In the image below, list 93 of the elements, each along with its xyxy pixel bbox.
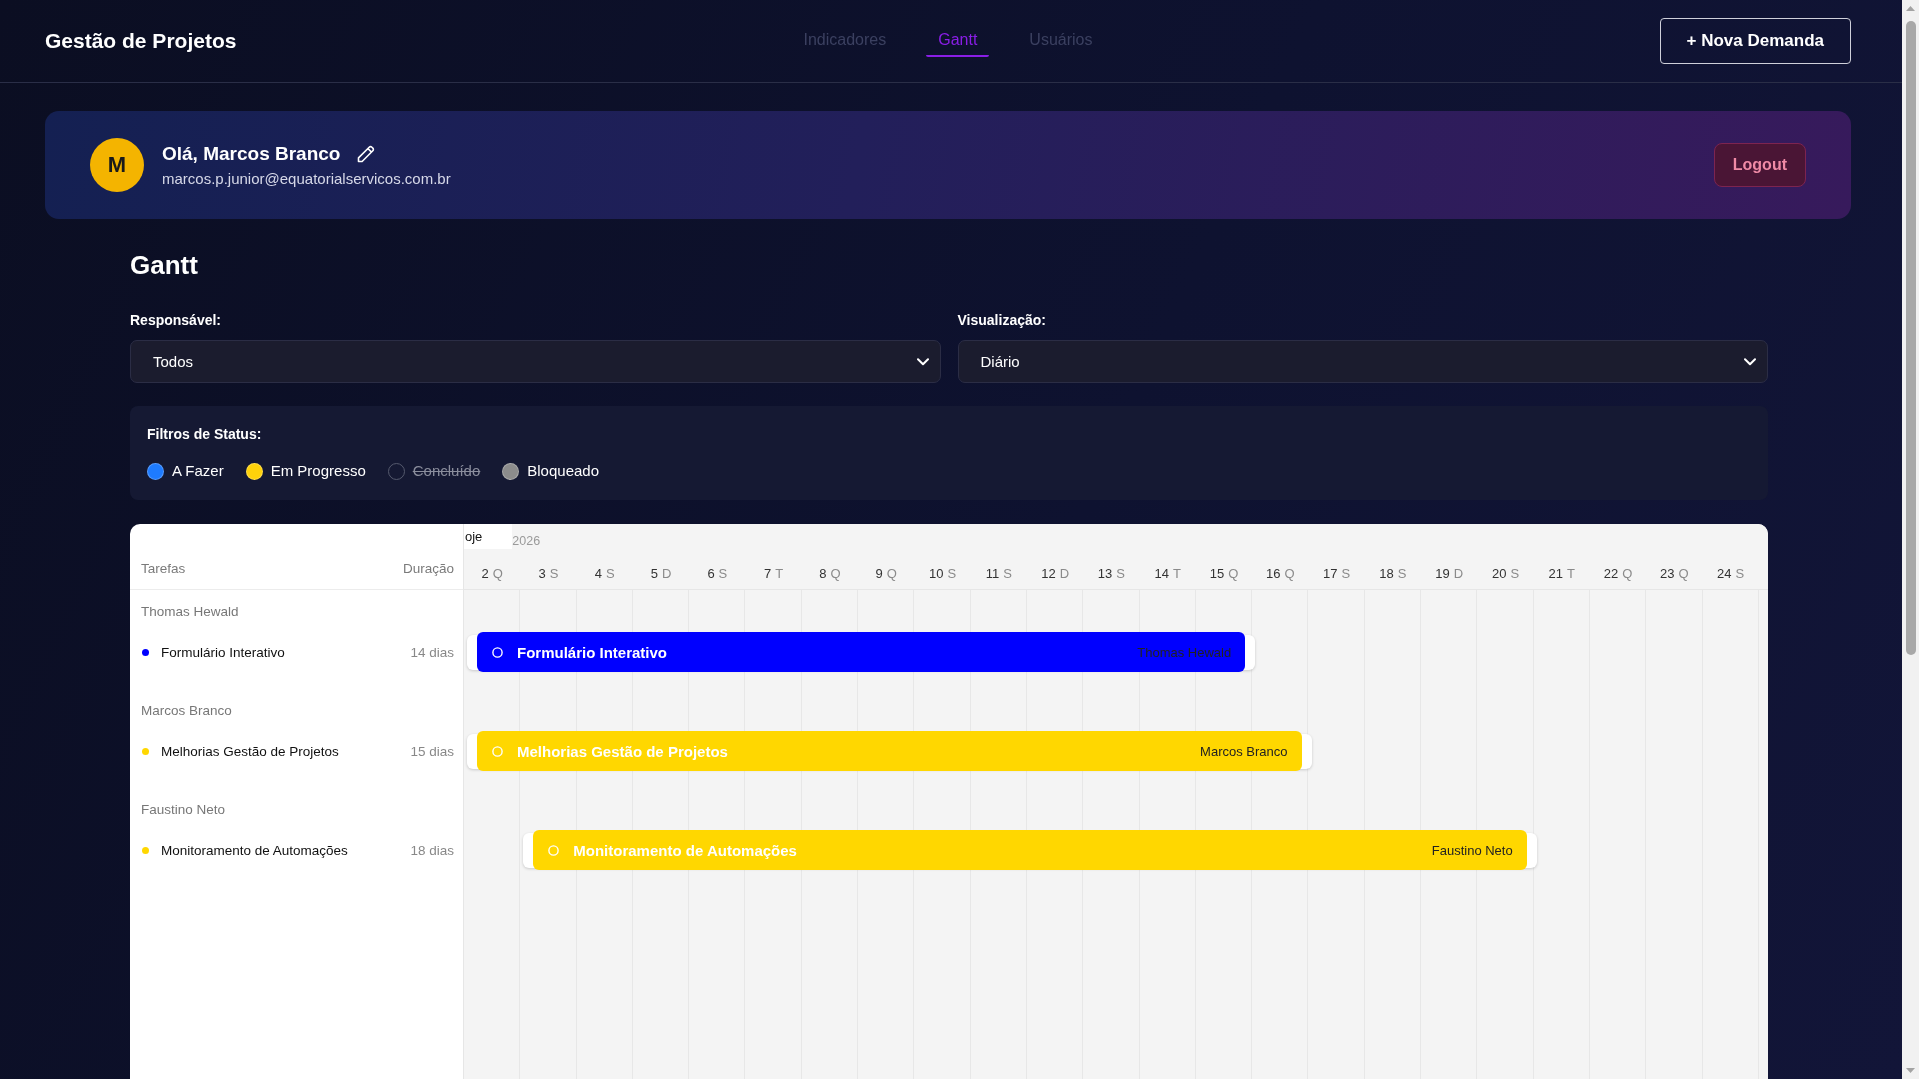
gantt-bar[interactable]: Melhorias Gestão de Projetos Marcos Branco	[477, 731, 1302, 771]
weekday-label: S	[1510, 565, 1520, 583]
weekday-label: T	[1567, 565, 1575, 583]
weekday-label: S	[1397, 565, 1407, 583]
weekday-label: Q	[1622, 565, 1633, 583]
section-title: Gantt	[130, 250, 199, 280]
weekday-label: S	[606, 565, 615, 583]
assignee-name: Faustino Neto	[140, 800, 227, 819]
weekday-label: D	[1059, 565, 1070, 583]
task-duration: 18 dias	[410, 842, 454, 858]
weekday-label: S	[549, 565, 559, 583]
task-duration: 14 dias	[410, 644, 454, 660]
day-number: 5	[650, 565, 658, 583]
status-ring-icon	[492, 646, 503, 658]
day-number: 19	[1435, 565, 1450, 583]
scroll-up-icon[interactable]	[1906, 6, 1915, 11]
bar-owner: Marcos Branco	[1200, 743, 1288, 759]
day-number: 11	[985, 565, 1000, 583]
weekday-label: Q	[1678, 565, 1689, 583]
column-header: Duração	[402, 560, 454, 578]
task-name: Monitoramento de Automações	[161, 842, 348, 858]
day-number: 14	[1154, 565, 1169, 583]
dropdown[interactable]: Todos	[130, 340, 941, 383]
weekday-label: Q	[1228, 565, 1239, 583]
status-filter[interactable]: Bloqueado	[502, 461, 599, 481]
day-number: 4	[594, 565, 602, 583]
weekday-label: Q	[830, 565, 841, 583]
bar-title: Formulário Interativo	[517, 643, 668, 661]
dropdown[interactable]: Diário	[957, 340, 1768, 383]
status-filter[interactable]: Em Progresso	[245, 461, 366, 481]
pencil-icon[interactable]	[356, 144, 377, 164]
user-email: marcos.p.junior@equatorialservicos.com.br	[162, 170, 451, 187]
weekday-label: Q	[492, 565, 503, 583]
day-number: 13	[1097, 565, 1113, 583]
gantt-bar[interactable]: Monitoramento de Automações Faustino Neto	[533, 830, 1527, 870]
field-label: Responsável:	[130, 311, 223, 329]
day-number: 21	[1548, 565, 1564, 583]
day-number: 17	[1323, 565, 1338, 583]
status-ring-icon	[548, 844, 560, 856]
app-title: Gestão de Projetos	[45, 29, 237, 53]
weekday-label: D	[1453, 565, 1464, 583]
day-number: 18	[1379, 565, 1394, 583]
weekday-label: S	[1341, 565, 1351, 583]
today-marker: oje	[464, 524, 513, 549]
logout-button[interactable]: Logout	[1713, 143, 1806, 187]
chevron-down-icon	[916, 357, 929, 366]
weekday-label: S	[1003, 565, 1012, 583]
new-demand-button[interactable]: + Nova Demanda	[1659, 18, 1851, 64]
day-number: 12	[1041, 565, 1056, 583]
weekday-label: S	[1116, 565, 1125, 583]
weekday-label: Q	[886, 565, 897, 583]
day-number: 8	[819, 565, 827, 583]
gantt-bar[interactable]: Formulário Interativo Thomas Hewald	[477, 632, 1246, 672]
scrollbar-thumb[interactable]	[1905, 21, 1916, 655]
greeting: Olá, Marcos Branco	[162, 143, 341, 165]
day-number: 15	[1209, 565, 1225, 583]
status-ring-icon	[492, 745, 503, 757]
task-duration: 15 dias	[410, 743, 454, 759]
weekday-label: S	[718, 565, 728, 583]
day-number: 22	[1603, 565, 1619, 583]
day-number: 7	[764, 565, 772, 583]
assignee-name: Thomas Hewald	[140, 602, 240, 621]
weekday-label: S	[1735, 565, 1745, 583]
column-header: Tarefas	[141, 560, 186, 578]
filter-title: Filtros de Status:	[147, 425, 263, 443]
field-label: Visualização:	[957, 311, 1047, 329]
day-number: 10	[928, 565, 944, 583]
weekday-label: S	[947, 565, 957, 583]
bar-title: Melhorias Gestão de Projetos	[517, 742, 728, 760]
avatar: M	[90, 138, 144, 192]
day-number: 23	[1660, 565, 1675, 583]
weekday-label: D	[661, 565, 672, 583]
assignee-name: Marcos Branco	[140, 701, 233, 720]
bar-owner: Thomas Hewald	[1137, 644, 1232, 660]
day-number: 9	[875, 565, 883, 583]
day-number: 20	[1491, 565, 1507, 583]
weekday-label: T	[775, 565, 784, 583]
chevron-down-icon	[1744, 357, 1756, 366]
bar-owner: Faustino Neto	[1431, 842, 1513, 858]
status-filter[interactable]: A Fazer	[147, 461, 224, 481]
task-name: Formulário Interativo	[161, 644, 285, 660]
weekday-label: T	[1172, 565, 1181, 583]
day-number: 3	[538, 565, 546, 583]
weekday-label: Q	[1284, 565, 1295, 583]
scroll-down-icon[interactable]	[1906, 1068, 1915, 1073]
status-filter[interactable]: Concluído	[387, 461, 481, 481]
day-number: 16	[1266, 565, 1281, 583]
bar-title: Monitoramento de Automações	[573, 841, 797, 859]
year-label: 2026	[512, 534, 541, 548]
day-number: 2	[481, 565, 489, 583]
task-name: Melhorias Gestão de Projetos	[161, 743, 339, 759]
day-number: 24	[1717, 565, 1732, 583]
day-number: 6	[707, 565, 715, 583]
